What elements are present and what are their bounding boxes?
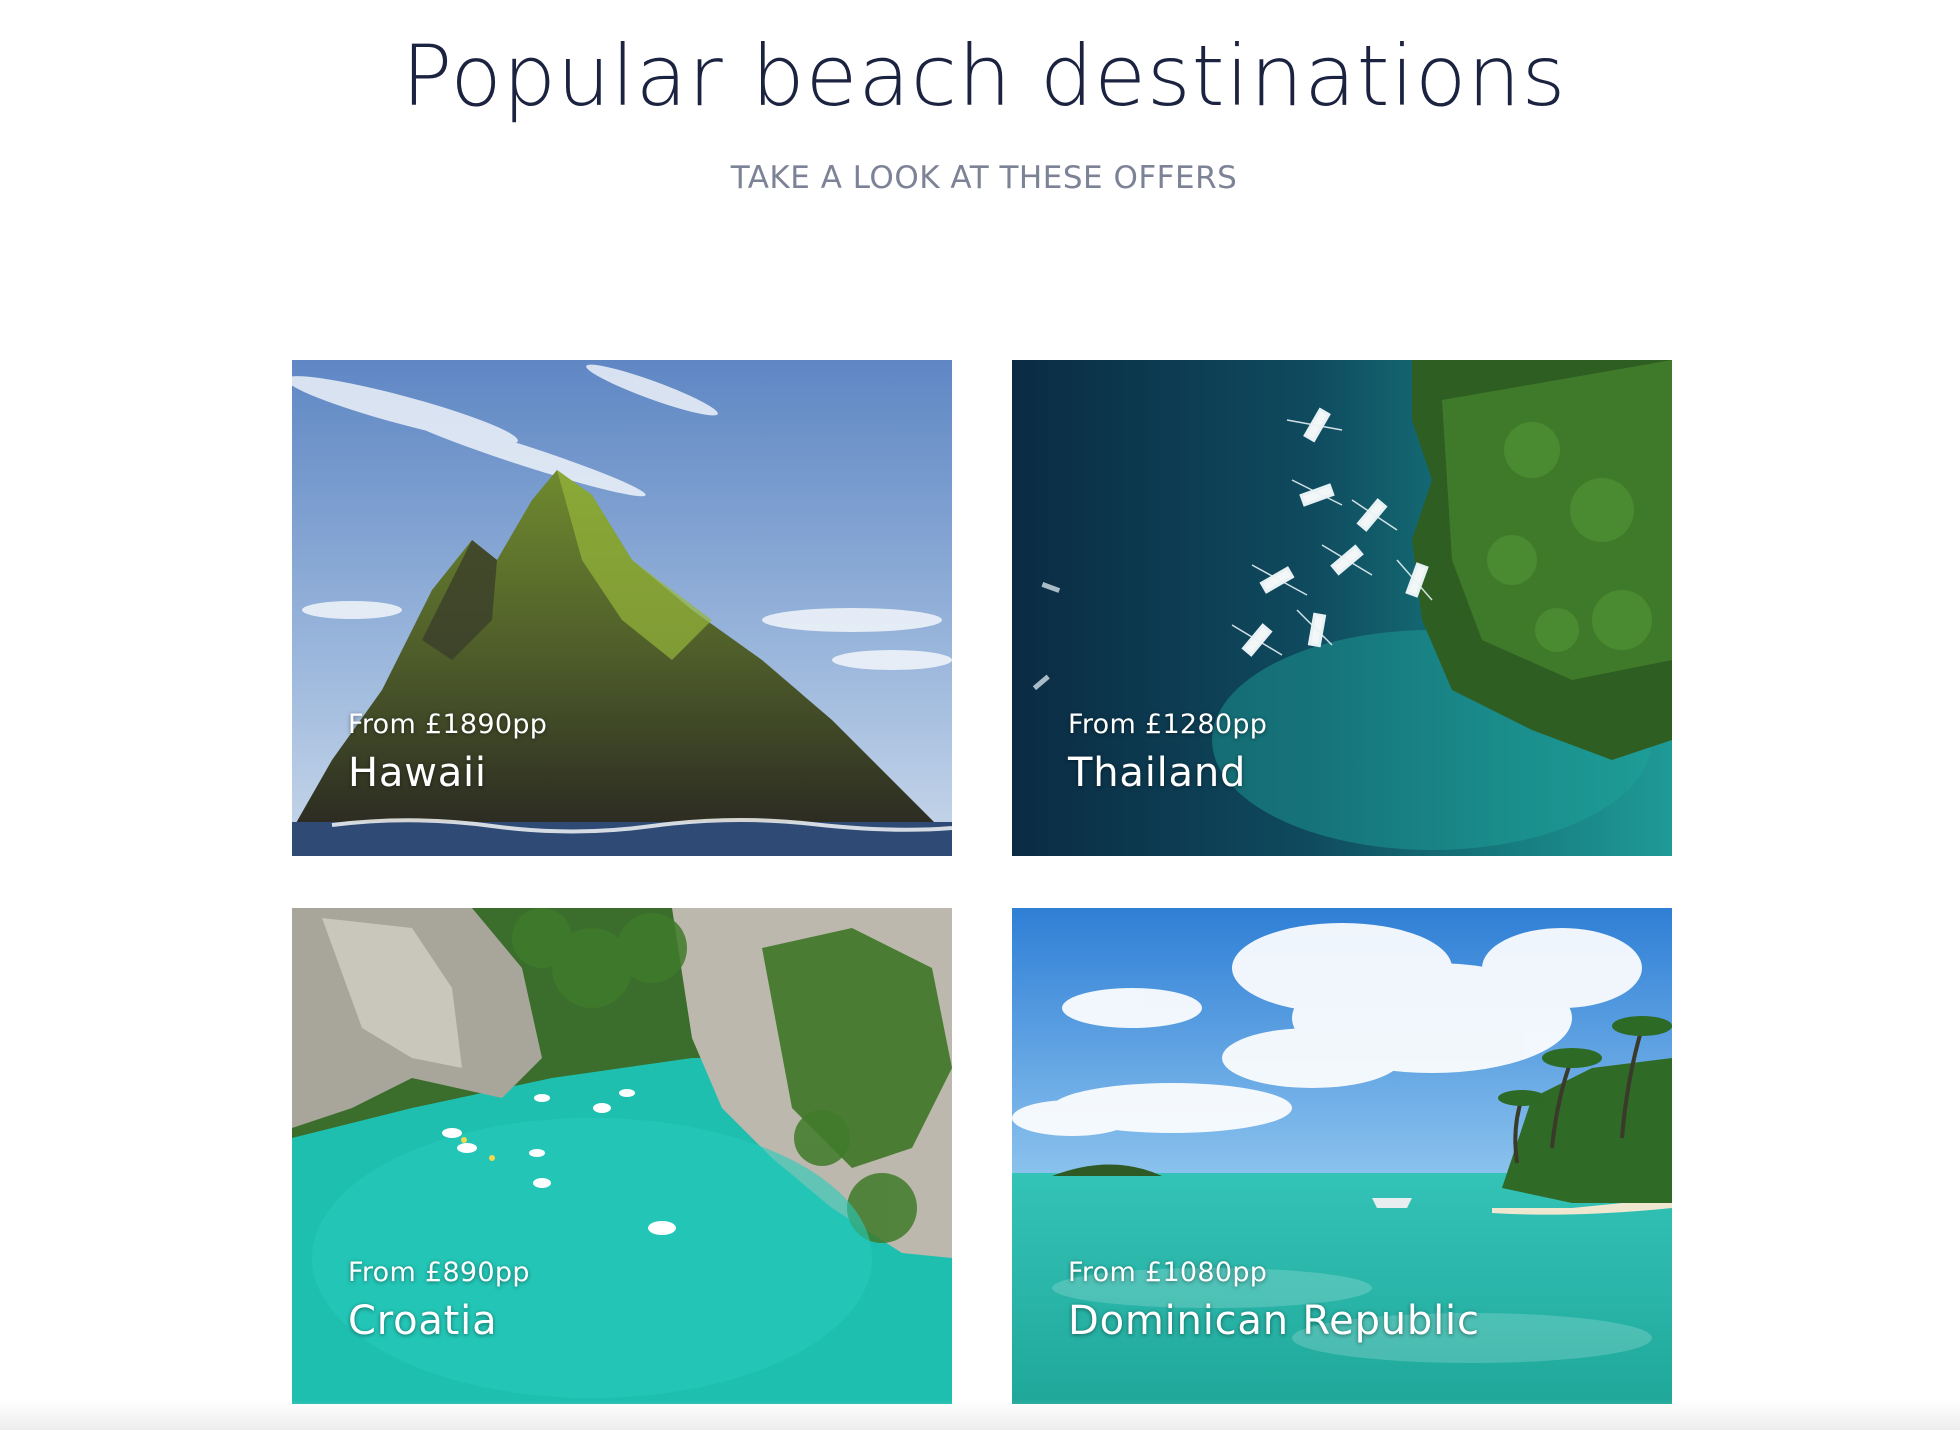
card-destination-name: Croatia [348,1298,498,1344]
destination-grid: From £1890pp Hawaii From £1280pp Thailan… [292,360,1673,1404]
card-caption: From £1080pp Dominican Republic [1068,1257,1480,1344]
card-caption: From £890pp Croatia [348,1257,530,1344]
card-destination-name: Thailand [1068,750,1247,796]
destination-card-hawaii[interactable]: From £1890pp Hawaii [292,360,952,856]
card-caption: From £1280pp Thailand [1068,709,1267,796]
card-destination-name: Hawaii [348,750,487,796]
card-price: From £890pp [348,1257,530,1288]
bottom-edge-shadow [0,1400,1960,1430]
card-price: From £1280pp [1068,709,1268,740]
card-price: From £1080pp [1068,1257,1268,1288]
destination-card-thailand[interactable]: From £1280pp Thailand [1012,360,1672,856]
card-destination-name: Dominican Republic [1068,1298,1480,1344]
destination-card-dominican-republic[interactable]: From £1080pp Dominican Republic [1012,908,1672,1404]
page-title: Popular beach destinations [401,27,1567,125]
destination-card-croatia[interactable]: From £890pp Croatia [292,908,952,1404]
page-subtitle: TAKE A LOOK AT THESE OFFERS [730,160,1238,196]
card-caption: From £1890pp Hawaii [348,709,547,796]
card-price: From £1890pp [348,709,548,740]
